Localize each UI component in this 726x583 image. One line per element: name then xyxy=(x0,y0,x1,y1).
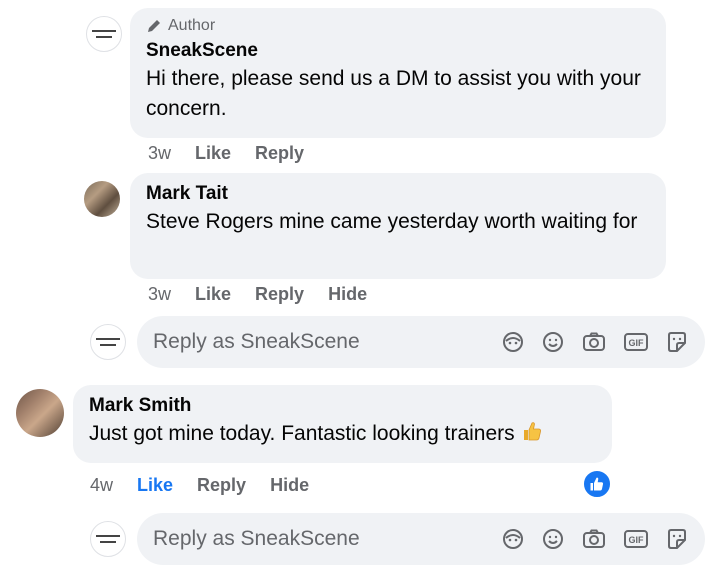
comment-bubble: Author SneakScene Hi there, please send … xyxy=(130,8,666,138)
hide-link[interactable]: Hide xyxy=(328,284,367,305)
avatar-sticker-icon[interactable] xyxy=(501,527,525,551)
sticker-icon[interactable] xyxy=(665,527,689,551)
commenter-name[interactable]: SneakScene xyxy=(146,38,650,64)
author-badge: Author xyxy=(146,16,650,36)
comment-text: Steve Rogers mine came yesterday worth w… xyxy=(146,210,638,233)
pencil-icon xyxy=(148,20,160,32)
comment-bubble: Mark Tait Steve Rogers mine came yesterd… xyxy=(130,173,666,279)
like-link[interactable]: Like xyxy=(137,475,173,496)
reply-link[interactable]: Reply xyxy=(255,284,304,305)
page-avatar xyxy=(90,324,126,360)
author-badge-label: Author xyxy=(168,17,216,34)
sticker-icon[interactable] xyxy=(665,330,689,354)
camera-icon[interactable] xyxy=(581,330,607,354)
gif-icon[interactable]: GIF xyxy=(623,527,649,551)
svg-text:GIF: GIF xyxy=(629,338,645,348)
comment-text-content: Just got mine today. Fantastic looking t… xyxy=(89,422,515,445)
comment-actions: 3w Like Reply xyxy=(148,143,304,164)
timestamp[interactable]: 3w xyxy=(148,143,171,164)
reply-link[interactable]: Reply xyxy=(197,475,246,496)
timestamp[interactable]: 3w xyxy=(148,284,171,305)
avatar[interactable] xyxy=(84,181,120,217)
comment-text: Hi there, please send us a DM to assist … xyxy=(146,67,641,120)
page-avatar[interactable] xyxy=(86,16,122,52)
gif-icon[interactable]: GIF xyxy=(623,330,649,354)
like-reaction-badge[interactable] xyxy=(582,469,612,499)
emoji-icon[interactable] xyxy=(541,330,565,354)
thumbs-up-icon xyxy=(590,477,604,491)
comment-text: Just got mine today. Fantastic looking t… xyxy=(89,419,596,449)
reply-input[interactable]: Reply as SneakScene GIF xyxy=(137,513,705,565)
commenter-name[interactable]: Mark Smith xyxy=(89,393,596,419)
commenter-name[interactable]: Mark Tait xyxy=(146,181,650,207)
comment-actions: 4w Like Reply Hide xyxy=(90,475,309,496)
like-link[interactable]: Like xyxy=(195,143,231,164)
comment-actions: 3w Like Reply Hide xyxy=(148,284,367,305)
camera-icon[interactable] xyxy=(581,527,607,551)
reply-input[interactable]: Reply as SneakScene GIF xyxy=(137,316,705,368)
reply-placeholder: Reply as SneakScene xyxy=(153,527,360,550)
comment-bubble: Mark Smith Just got mine today. Fantasti… xyxy=(73,385,612,463)
emoji-icon[interactable] xyxy=(541,527,565,551)
avatar[interactable] xyxy=(16,389,64,437)
composer-tools: GIF xyxy=(501,527,689,551)
hide-link[interactable]: Hide xyxy=(270,475,309,496)
reply-placeholder: Reply as SneakScene xyxy=(153,330,360,353)
reply-link[interactable]: Reply xyxy=(255,143,304,164)
timestamp[interactable]: 4w xyxy=(90,475,113,496)
page-avatar xyxy=(90,521,126,557)
svg-text:GIF: GIF xyxy=(629,535,645,545)
thumbs-up-emoji-icon xyxy=(523,422,541,441)
composer-tools: GIF xyxy=(501,330,689,354)
like-link[interactable]: Like xyxy=(195,284,231,305)
avatar-sticker-icon[interactable] xyxy=(501,330,525,354)
